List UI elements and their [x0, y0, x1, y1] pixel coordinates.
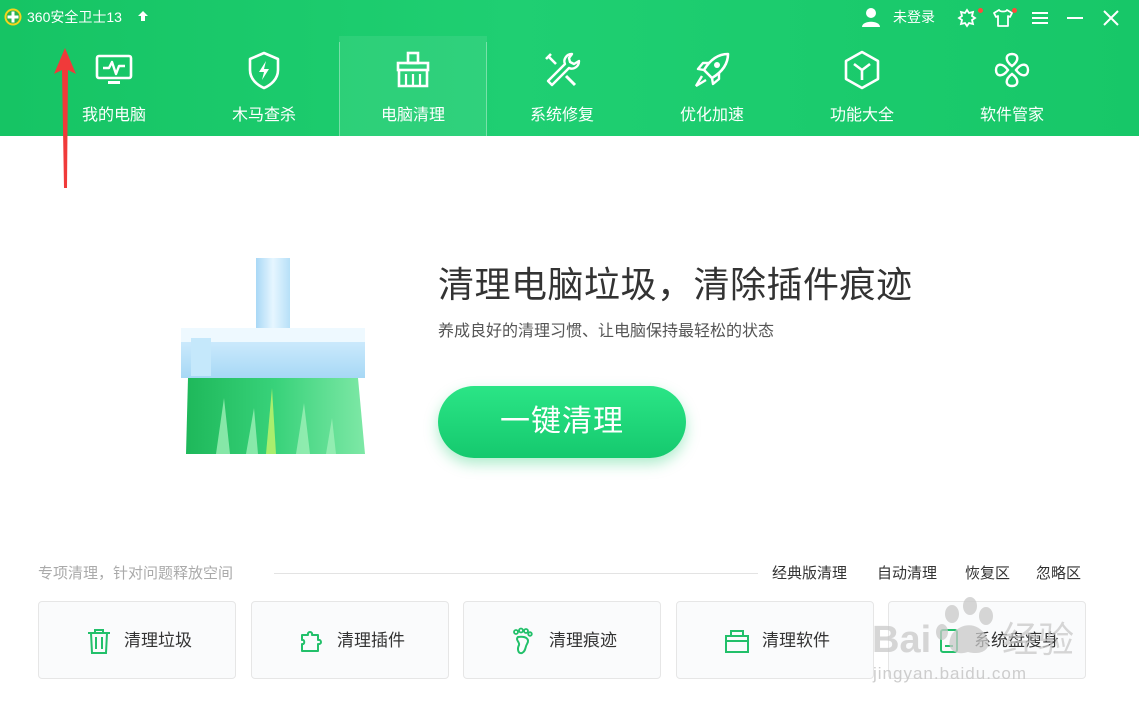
broom-icon — [396, 51, 430, 88]
hero-subtitle: 养成良好的清理习惯、让电脑保持最轻松的状态 — [438, 321, 775, 340]
one-click-clean-button[interactable]: 一键清理 — [438, 386, 686, 458]
card-clean-traces[interactable]: 清理痕迹 — [463, 601, 661, 679]
nav-item-trojan-scan[interactable]: 木马查杀 — [190, 36, 338, 136]
user-icon[interactable] — [860, 6, 882, 28]
wrench-icon — [545, 52, 581, 87]
monitor-icon — [95, 54, 133, 84]
footprint-icon — [513, 627, 533, 655]
menu-icon[interactable] — [1029, 7, 1051, 29]
nav-item-software-manager[interactable]: 软件管家 — [938, 36, 1086, 136]
disk-icon — [940, 629, 958, 653]
broom-illustration — [181, 258, 365, 454]
cube-icon — [844, 50, 880, 90]
watermark-text: jingyan.baidu.com — [873, 664, 1028, 683]
minimize-icon[interactable] — [1064, 7, 1086, 29]
notification-dot — [978, 8, 983, 13]
main-nav: 我的电脑 木马查杀 电脑清理 系统修复 优化加速 功能大全 软件管家 — [40, 36, 1139, 136]
nav-label: 软件管家 — [979, 105, 1044, 124]
trash-icon — [88, 629, 110, 654]
classic-cleanup-link[interactable]: 经典版清理 — [772, 563, 847, 583]
nav-label: 功能大全 — [829, 105, 894, 124]
top-header: 360安全卫士13 未登录 我的电脑 木马查杀 电脑清理 系统修复 优化加速 功… — [0, 0, 1139, 136]
upgrade-arrow-icon[interactable] — [137, 10, 149, 22]
notification-dot — [1012, 8, 1017, 13]
recovery-area-link[interactable]: 恢复区 — [965, 563, 1010, 583]
card-label: 清理痕迹 — [549, 631, 617, 651]
nav-item-pc-cleanup[interactable]: 电脑清理 — [339, 36, 487, 136]
nav-label: 系统修复 — [529, 105, 594, 124]
app-title: 360安全卫士13 — [27, 9, 122, 25]
title-bar: 360安全卫士13 未登录 — [0, 0, 1139, 36]
hero-title: 清理电脑垃圾，清除插件痕迹 — [438, 265, 913, 306]
shield-icon — [248, 51, 280, 90]
one-click-clean-label: 一键清理 — [500, 404, 624, 439]
nav-label: 优化加速 — [679, 105, 744, 124]
apps-icon — [994, 52, 1030, 88]
special-cleanup-title: 专项清理，针对问题释放空间 — [38, 564, 234, 582]
section-divider — [274, 573, 758, 574]
nav-label: 电脑清理 — [380, 105, 445, 124]
app-logo-icon — [4, 8, 22, 26]
card-label: 清理插件 — [337, 631, 405, 651]
nav-item-optimize-speed[interactable]: 优化加速 — [638, 36, 786, 136]
close-icon[interactable] — [1100, 7, 1122, 29]
shirt-icon[interactable] — [992, 7, 1014, 29]
puzzle-icon — [301, 631, 322, 652]
annotation-arrow — [54, 48, 76, 188]
card-clean-software[interactable]: 清理软件 — [676, 601, 874, 679]
card-clean-plugins[interactable]: 清理插件 — [251, 601, 449, 679]
nav-item-system-repair[interactable]: 系统修复 — [488, 36, 636, 136]
nav-item-all-features[interactable]: 功能大全 — [788, 36, 936, 136]
login-link[interactable]: 未登录 — [893, 9, 935, 27]
package-icon — [725, 630, 749, 653]
ignore-area-link[interactable]: 忽略区 — [1036, 563, 1081, 583]
skin-cloud-icon[interactable] — [956, 7, 978, 29]
card-label: 清理软件 — [762, 631, 830, 651]
card-clean-junk[interactable]: 清理垃圾 — [38, 601, 236, 679]
nav-label: 木马查杀 — [231, 105, 296, 124]
card-label: 清理垃圾 — [124, 631, 192, 651]
rocket-icon — [694, 52, 730, 88]
auto-cleanup-link[interactable]: 自动清理 — [877, 563, 937, 583]
card-label: 系统盘瘦身 — [974, 631, 1059, 651]
